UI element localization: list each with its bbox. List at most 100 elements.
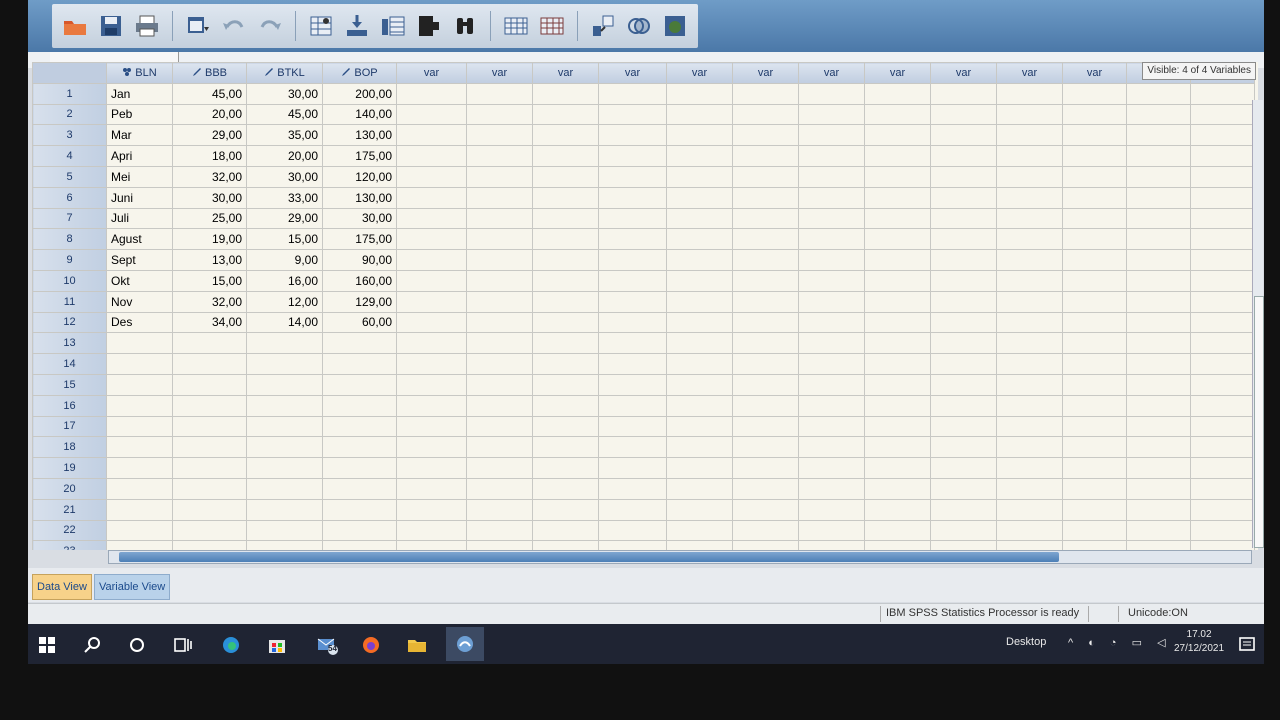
data-cell[interactable] <box>466 165 533 188</box>
data-cell[interactable]: 129,00 <box>322 290 397 313</box>
data-cell[interactable] <box>798 249 865 271</box>
horizontal-scrollbar[interactable] <box>108 550 1252 564</box>
data-cell[interactable] <box>996 186 1063 209</box>
data-cell[interactable] <box>598 373 667 396</box>
data-cell[interactable] <box>864 353 931 375</box>
edge-icon[interactable] <box>218 632 244 658</box>
column-header-var[interactable]: var <box>930 62 997 84</box>
data-cell[interactable] <box>1062 498 1127 521</box>
data-cell[interactable] <box>532 103 599 126</box>
windows-start-icon[interactable] <box>34 632 60 658</box>
data-cell[interactable] <box>532 165 599 188</box>
data-cell[interactable] <box>396 457 467 479</box>
save-icon[interactable] <box>96 11 126 41</box>
data-cell[interactable] <box>732 249 799 271</box>
data-cell[interactable] <box>1126 457 1191 479</box>
tab-data-view[interactable]: Data View <box>32 574 92 600</box>
data-cell[interactable] <box>1062 207 1127 230</box>
data-cell[interactable] <box>798 373 865 396</box>
data-cell[interactable] <box>1190 290 1255 313</box>
data-cell[interactable] <box>396 311 467 334</box>
data-cell[interactable] <box>996 165 1063 188</box>
data-cell[interactable] <box>106 457 173 479</box>
insert-cases-icon[interactable] <box>501 11 531 41</box>
row-number[interactable]: 9 <box>32 249 107 271</box>
data-cell[interactable]: Mei <box>106 165 173 188</box>
data-cell[interactable] <box>598 82 667 105</box>
cortana-icon[interactable] <box>124 632 150 658</box>
data-cell[interactable] <box>732 228 799 251</box>
data-cell[interactable] <box>798 269 865 292</box>
data-cell[interactable] <box>1190 498 1255 521</box>
data-cell[interactable]: 130,00 <box>322 186 397 209</box>
data-cell[interactable] <box>598 436 667 459</box>
data-cell[interactable] <box>732 353 799 375</box>
data-cell[interactable] <box>1126 165 1191 188</box>
variables-icon[interactable] <box>378 11 408 41</box>
data-cell[interactable] <box>798 186 865 209</box>
data-cell[interactable] <box>666 373 733 396</box>
data-cell[interactable] <box>996 145 1063 167</box>
data-cell[interactable] <box>864 373 931 396</box>
data-cell[interactable] <box>1062 353 1127 375</box>
data-cell[interactable] <box>732 269 799 292</box>
data-cell[interactable] <box>396 332 467 355</box>
data-cell[interactable] <box>466 373 533 396</box>
data-cell[interactable] <box>666 498 733 521</box>
data-cell[interactable] <box>1126 186 1191 209</box>
data-cell[interactable] <box>930 145 997 167</box>
data-cell[interactable]: Des <box>106 311 173 334</box>
data-cell[interactable] <box>1126 269 1191 292</box>
data-cell[interactable] <box>396 353 467 375</box>
data-cell[interactable] <box>466 519 533 542</box>
data-cell[interactable] <box>798 394 865 417</box>
vertical-scrollbar[interactable] <box>1252 100 1264 548</box>
data-cell[interactable] <box>246 477 323 500</box>
data-cell[interactable] <box>864 165 931 188</box>
data-cell[interactable] <box>1126 311 1191 334</box>
data-cell[interactable] <box>246 394 323 417</box>
data-cell[interactable] <box>732 394 799 417</box>
data-cell[interactable] <box>396 103 467 126</box>
data-cell[interactable] <box>172 540 247 550</box>
folder-open-icon[interactable] <box>60 11 90 41</box>
data-cell[interactable] <box>666 457 733 479</box>
data-cell[interactable] <box>798 477 865 500</box>
data-cell[interactable] <box>396 477 467 500</box>
data-cell[interactable] <box>864 290 931 313</box>
data-cell[interactable] <box>1126 332 1191 355</box>
data-cell[interactable] <box>1062 540 1127 550</box>
data-cell[interactable] <box>732 498 799 521</box>
data-cell[interactable] <box>246 498 323 521</box>
data-cell[interactable] <box>1126 373 1191 396</box>
data-cell[interactable] <box>666 207 733 230</box>
data-cell[interactable] <box>798 519 865 542</box>
data-cell[interactable] <box>466 394 533 417</box>
column-header-btkl[interactable]: BTKL <box>246 62 323 84</box>
data-cell[interactable] <box>798 228 865 251</box>
data-cell[interactable] <box>930 415 997 438</box>
data-cell[interactable] <box>1126 353 1191 375</box>
data-cell[interactable] <box>864 186 931 209</box>
data-cell[interactable] <box>864 477 931 500</box>
column-header-var[interactable]: var <box>396 62 467 84</box>
data-cell[interactable] <box>598 124 667 147</box>
data-cell[interactable] <box>396 249 467 271</box>
data-cell[interactable] <box>732 373 799 396</box>
data-cell[interactable] <box>466 82 533 105</box>
data-cell[interactable]: 120,00 <box>322 165 397 188</box>
data-cell[interactable] <box>106 436 173 459</box>
data-cell[interactable] <box>466 353 533 375</box>
data-cell[interactable] <box>666 540 733 550</box>
data-cell[interactable] <box>732 186 799 209</box>
row-number[interactable]: 21 <box>32 498 107 521</box>
row-number[interactable]: 16 <box>32 394 107 417</box>
undo-icon[interactable] <box>219 11 249 41</box>
data-cell[interactable] <box>532 457 599 479</box>
data-cell[interactable] <box>106 519 173 542</box>
data-cell[interactable] <box>396 519 467 542</box>
data-cell[interactable]: 20,00 <box>172 103 247 126</box>
data-cell[interactable] <box>1190 332 1255 355</box>
data-cell[interactable] <box>1062 457 1127 479</box>
data-cell[interactable] <box>598 415 667 438</box>
